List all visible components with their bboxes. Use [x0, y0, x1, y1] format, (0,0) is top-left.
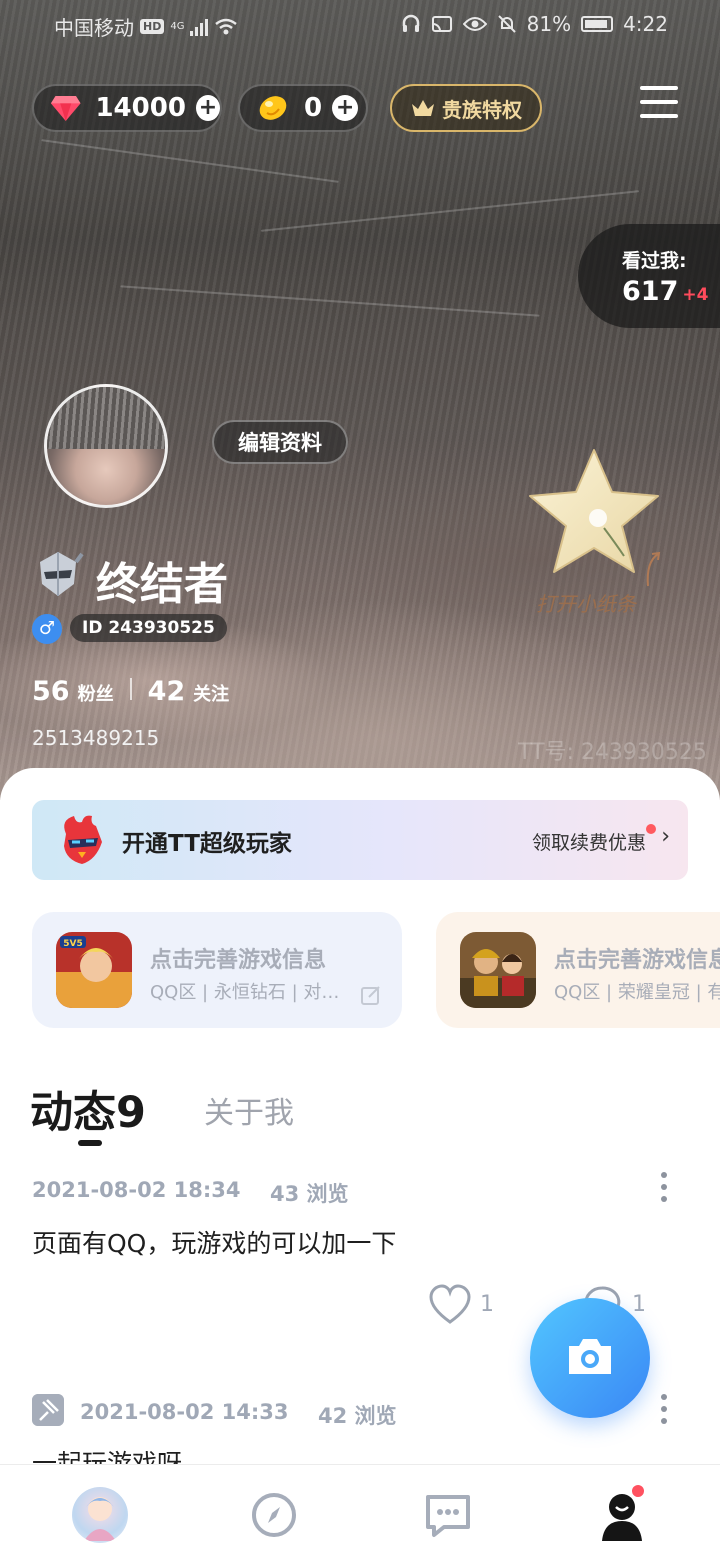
cast-icon [431, 16, 452, 32]
carrier-name: 中国移动 [54, 16, 134, 40]
diamond-icon [50, 95, 81, 121]
tt-number-watermark: TT号: 243930525 [518, 740, 707, 765]
profile-content-card: 开通TT超级玩家 领取续费优惠 › 5V5 点击完善游戏信息 QQ区 | 永恒钻… [0, 768, 720, 1560]
signal-icon [190, 18, 209, 36]
notification-dot [630, 1483, 646, 1499]
renewal-offer-link[interactable]: 领取续费优惠 [532, 828, 646, 855]
camera-post-button[interactable] [530, 1298, 650, 1418]
avatar[interactable] [44, 384, 168, 508]
add-bean-button[interactable]: + [332, 95, 359, 121]
game-card-title: 点击完善游戏信息 [554, 948, 720, 973]
post-views: 42 浏览 [318, 1404, 397, 1428]
fans-label[interactable]: 粉丝 [78, 680, 114, 706]
visitors-label: 看过我: [622, 250, 687, 272]
visitors-panel[interactable]: 看过我: 617 +4 [578, 224, 720, 328]
game-card-title: 点击完善游戏信息 [150, 948, 327, 973]
notification-dot [646, 824, 656, 834]
post-date: 2021-08-02 14:33 [80, 1400, 289, 1424]
stats-divider [129, 678, 132, 700]
eye-icon [462, 17, 487, 31]
menu-icon[interactable] [640, 86, 678, 122]
chevron-right-icon: › [661, 824, 670, 849]
bean-count: 0 [304, 93, 323, 123]
game-card-honor-of-kings[interactable]: 5V5 点击完善游戏信息 QQ区 | 永恒钻石 | 对… [32, 912, 402, 1028]
following-count[interactable]: 42 [148, 676, 186, 707]
gender-male-icon: ♂ [32, 614, 62, 644]
visitors-count-row: 617 +4 [622, 276, 708, 307]
paper-note-hint[interactable]: 打开小纸条 [536, 588, 636, 617]
edit-profile-button[interactable]: 编辑资料 [212, 420, 348, 464]
battery-icon [581, 16, 614, 32]
network-type: 4G [170, 21, 185, 32]
svg-text:5V5: 5V5 [63, 939, 83, 949]
more-options-icon[interactable] [660, 1394, 668, 1426]
hd-badge: HD [140, 19, 165, 34]
mute-bell-icon [497, 15, 516, 33]
post-date: 2021-08-02 18:34 [32, 1178, 241, 1202]
heart-icon[interactable] [428, 1284, 472, 1326]
bean-balance-pill[interactable]: 0 + [238, 84, 368, 132]
compass-icon[interactable] [246, 1487, 302, 1543]
wifi-icon [215, 18, 238, 34]
like-count: 1 [480, 1292, 494, 1317]
signature-text: 2513489215 [32, 726, 160, 750]
edit-icon[interactable] [360, 984, 382, 1006]
super-player-title: 开通TT超级玩家 [122, 831, 292, 857]
active-tab-indicator [78, 1140, 102, 1146]
crown-icon [412, 100, 434, 116]
rooster-mascot-icon [64, 815, 102, 864]
status-bar: 中国移动 HD 4G 81% 4:22 [0, 0, 720, 50]
pubg-game-icon [460, 932, 536, 1008]
follow-stats: 56 粉丝 42 关注 [32, 676, 237, 707]
honor-of-kings-game-icon: 5V5 [56, 932, 132, 1008]
battery-percent: 81% [526, 12, 572, 36]
game-card-subtitle: QQ区 | 永恒钻石 | 对… [150, 982, 340, 1003]
more-options-icon[interactable] [660, 1172, 668, 1204]
following-label[interactable]: 关注 [193, 680, 229, 706]
user-id-badge[interactable]: ID 243930525 [70, 614, 227, 642]
pin-icon [32, 1394, 64, 1426]
add-diamond-button[interactable]: + [195, 95, 220, 121]
knight-helmet-icon [40, 552, 84, 596]
bottom-nav-bar [0, 1464, 720, 1560]
clock-time: 4:22 [623, 12, 668, 36]
game-card-subtitle: QQ区 | 荣耀皇冠 | 有 [554, 982, 720, 1003]
game-card-pubg[interactable]: 点击完善游戏信息 QQ区 | 荣耀皇冠 | 有 [436, 912, 720, 1028]
curved-arrow-icon [646, 551, 661, 587]
post-text[interactable]: 页面有QQ，玩游戏的可以加一下 [32, 1224, 396, 1260]
fans-count[interactable]: 56 [32, 676, 70, 707]
comment-count: 1 [632, 1292, 646, 1317]
camera-icon [569, 1339, 611, 1374]
visitors-count: 617 [622, 276, 679, 307]
nav-home-avatar[interactable] [72, 1487, 128, 1543]
tab-feed[interactable]: 动态9 [30, 1078, 146, 1140]
noble-label: 贵族特权 [442, 97, 522, 122]
chat-bubble-icon[interactable] [420, 1487, 476, 1543]
noble-privilege-button[interactable]: 贵族特权 [390, 84, 542, 132]
diamond-balance-pill[interactable]: 14000 + [32, 84, 222, 132]
headphones-icon [402, 14, 419, 32]
bean-icon [259, 96, 287, 120]
super-player-banner[interactable]: 开通TT超级玩家 领取续费优惠 › [32, 800, 688, 880]
tab-about-me[interactable]: 关于我 [204, 1088, 294, 1132]
post-views: 43 浏览 [270, 1182, 349, 1206]
diamond-count: 14000 [95, 93, 186, 123]
home-character-icon [84, 1497, 116, 1541]
visitors-delta: +4 [682, 285, 709, 305]
nickname: 终结者 [96, 559, 228, 610]
